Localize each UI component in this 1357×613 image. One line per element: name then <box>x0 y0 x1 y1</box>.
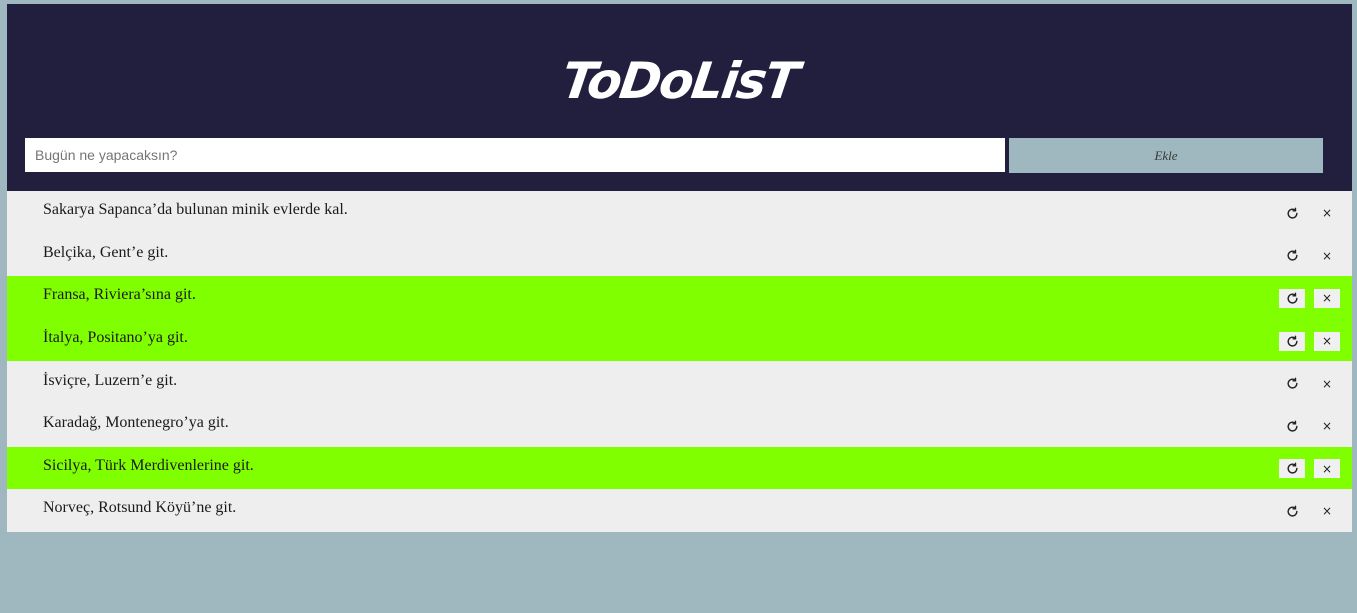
item-actions: × <box>1279 191 1340 234</box>
item-text: İtalya, Positano’ya git. <box>43 329 188 347</box>
header: ToDoLisT Ekle <box>7 4 1352 191</box>
item-text: Fransa, Riviera’sına git. <box>43 286 196 304</box>
todo-input[interactable] <box>25 138 1005 172</box>
list-item[interactable]: Fransa, Riviera’sına git. × <box>7 276 1352 319</box>
list-item[interactable]: Sakarya Sapanca’da bulunan minik evlerde… <box>7 191 1352 234</box>
list-item[interactable]: İsviçre, Luzern’e git. × <box>7 361 1352 404</box>
close-icon[interactable]: × <box>1314 417 1340 436</box>
item-actions: × <box>1279 361 1340 404</box>
close-icon[interactable]: × <box>1314 374 1340 393</box>
todo-app: ToDoLisT Ekle Sakarya Sapanca’da bulunan… <box>7 4 1352 532</box>
refresh-icon[interactable] <box>1279 204 1305 223</box>
item-text: Norveç, Rotsund Köyü’ne git. <box>43 499 237 517</box>
close-icon[interactable]: × <box>1314 204 1340 223</box>
list-item[interactable]: Belçika, Gent’e git. × <box>7 233 1352 277</box>
close-icon[interactable]: × <box>1314 246 1340 265</box>
list-item[interactable]: Karadağ, Montenegro’ya git. × <box>7 403 1352 447</box>
item-actions: × <box>1279 319 1340 362</box>
item-text: Sakarya Sapanca’da bulunan minik evlerde… <box>43 201 348 219</box>
item-text: Karadağ, Montenegro’ya git. <box>43 414 229 432</box>
item-actions: × <box>1279 276 1340 319</box>
app-title: ToDoLisT <box>558 52 801 110</box>
refresh-icon[interactable] <box>1279 502 1305 521</box>
list-item[interactable]: İtalya, Positano’ya git. × <box>7 318 1352 362</box>
list-item[interactable]: Sicilya, Türk Merdivenlerine git. × <box>7 446 1352 490</box>
add-button[interactable]: Ekle <box>1009 138 1323 173</box>
close-icon[interactable]: × <box>1314 502 1340 521</box>
item-text: Sicilya, Türk Merdivenlerine git. <box>43 456 254 474</box>
item-actions: × <box>1279 447 1340 490</box>
close-icon[interactable]: × <box>1314 288 1340 308</box>
item-actions: × <box>1279 234 1340 277</box>
list-item[interactable]: Norveç, Rotsund Köyü’ne git. × <box>7 489 1352 532</box>
item-text: İsviçre, Luzern’e git. <box>43 371 178 389</box>
refresh-icon[interactable] <box>1279 417 1305 436</box>
refresh-icon[interactable] <box>1279 374 1305 393</box>
refresh-icon[interactable] <box>1279 288 1305 308</box>
item-text: Belçika, Gent’e git. <box>43 243 169 261</box>
close-icon[interactable]: × <box>1314 459 1340 479</box>
refresh-icon[interactable] <box>1279 331 1305 351</box>
close-icon[interactable]: × <box>1314 331 1340 351</box>
item-actions: × <box>1279 489 1340 532</box>
refresh-icon[interactable] <box>1279 246 1305 265</box>
item-actions: × <box>1279 404 1340 447</box>
refresh-icon[interactable] <box>1279 459 1305 479</box>
todo-list: Sakarya Sapanca’da bulunan minik evlerde… <box>7 191 1352 532</box>
